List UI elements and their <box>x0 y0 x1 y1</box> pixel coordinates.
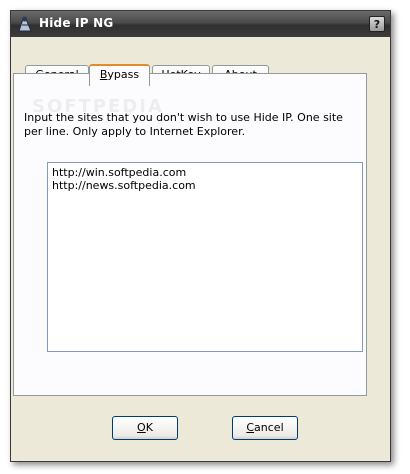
bypass-sites-textarea[interactable]: http://win.softpedia.com http://news.sof… <box>47 162 363 352</box>
site-entry: http://win.softpedia.com <box>52 166 187 179</box>
cancel-label: ancel <box>254 421 284 434</box>
cancel-mnemonic: C <box>246 421 255 434</box>
app-icon <box>18 16 32 32</box>
bypass-instructions: Input the sites that you don't wish to u… <box>24 111 343 138</box>
tab-bypass[interactable]: Bypass <box>89 64 150 86</box>
window-title: Hide IP NG <box>39 16 114 30</box>
tab-bypass-label: ypass <box>107 68 140 81</box>
site-entry: http://news.softpedia.com <box>52 179 196 192</box>
cancel-button[interactable]: Cancel <box>232 416 298 440</box>
ok-label: K <box>145 421 153 434</box>
ok-mnemonic: O <box>137 421 146 434</box>
title-bar[interactable]: Hide IP NG ? <box>11 11 390 37</box>
ok-button[interactable]: OK <box>112 416 178 440</box>
help-button[interactable]: ? <box>369 16 385 32</box>
